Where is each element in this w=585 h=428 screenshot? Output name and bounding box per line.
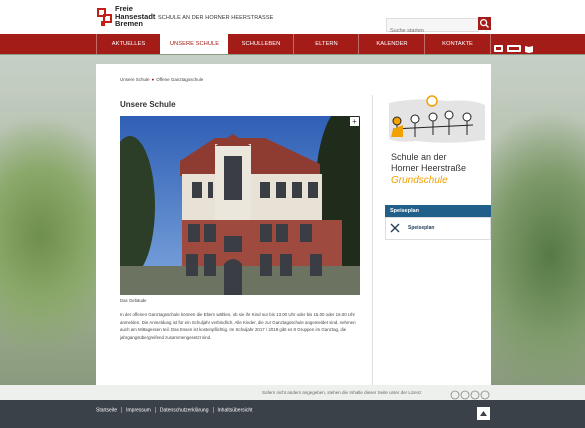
body-text: In der offenen Ganztagsschule können die… — [120, 311, 360, 341]
back-to-top-button[interactable] — [477, 407, 490, 420]
license-note: Sofern nicht anders angegeben, stehen di… — [262, 390, 422, 395]
footer-separator — [121, 407, 123, 413]
footer-link-impressum[interactable]: Impressum — [126, 407, 151, 413]
sa-icon — [480, 390, 490, 400]
footer-link-startseite[interactable]: Startseite — [96, 407, 117, 413]
nav-item-schulleben[interactable]: SCHULLEBEN — [227, 34, 294, 54]
search-field[interactable] — [386, 18, 479, 37]
book-icon[interactable] — [525, 46, 533, 53]
site-header: Freie Hansestadt Bremen SCHULE AN DER HO… — [0, 0, 585, 37]
school-logo-subtitle: Grundschule — [391, 175, 448, 186]
school-name-header: SCHULE AN DER HORNER HEERSTRASSE — [158, 15, 274, 21]
sign-language-icon[interactable] — [494, 45, 503, 52]
column-divider — [372, 95, 373, 385]
school-logo-line: Horner Heerstraße — [391, 163, 467, 173]
school-building-photo[interactable]: + — [120, 116, 360, 295]
footer-link-inhaltsuebersicht[interactable]: Inhaltsübersicht — [218, 407, 253, 413]
breadcrumb: Unsere Schule ● Offene Ganztagsschule — [120, 77, 203, 82]
speiseplan-panel-title: Speiseplan — [385, 205, 491, 217]
nav-item-unsere-schule[interactable]: UNSERE SCHULE — [160, 34, 228, 54]
breadcrumb-current: Offene Ganztagsschule — [156, 77, 204, 82]
bremen-key-logo-icon[interactable] — [96, 7, 114, 27]
speiseplan-link-label: Speiseplan — [408, 225, 435, 231]
page-title: Unsere Schule — [120, 100, 176, 109]
image-caption: Das Gebäude — [120, 298, 147, 303]
cc-icon — [450, 390, 460, 400]
breadcrumb-separator-icon: ● — [151, 77, 155, 82]
school-logo-line: Schule an der — [391, 152, 447, 162]
nav-item-kalender[interactable]: KALENDER — [358, 34, 425, 54]
children-drawing-logo-icon — [389, 95, 485, 143]
footer-link-datenschutz[interactable]: Datenschutzerklärung — [160, 407, 209, 413]
footer-links: Startseite Impressum Datenschutzerklärung I… — [96, 407, 253, 413]
accessibility-icons — [494, 40, 534, 58]
breadcrumb-link-unsere-schule[interactable]: Unsere Schule — [120, 77, 150, 82]
nav-item-kontakte[interactable]: KONTAKTE — [424, 34, 491, 54]
easy-language-icon[interactable] — [507, 45, 521, 52]
nc-icon — [470, 390, 480, 400]
search-icon — [479, 18, 489, 28]
cutlery-icon — [390, 223, 400, 233]
footer-bar — [0, 400, 585, 428]
speiseplan-link[interactable]: Speiseplan — [385, 217, 491, 240]
nav-item-eltern[interactable]: ELTERN — [293, 34, 359, 54]
footer-separator — [212, 407, 214, 413]
footer-separator — [154, 407, 156, 413]
expand-image-button[interactable]: + — [350, 117, 359, 126]
school-building-image — [120, 116, 360, 295]
state-logo-text: Freie Hansestadt Bremen — [115, 4, 156, 28]
search-button[interactable] — [478, 17, 491, 30]
nav-item-aktuelles[interactable]: AKTUELLES — [96, 34, 160, 54]
by-icon — [460, 390, 470, 400]
arrow-up-icon — [480, 411, 487, 416]
